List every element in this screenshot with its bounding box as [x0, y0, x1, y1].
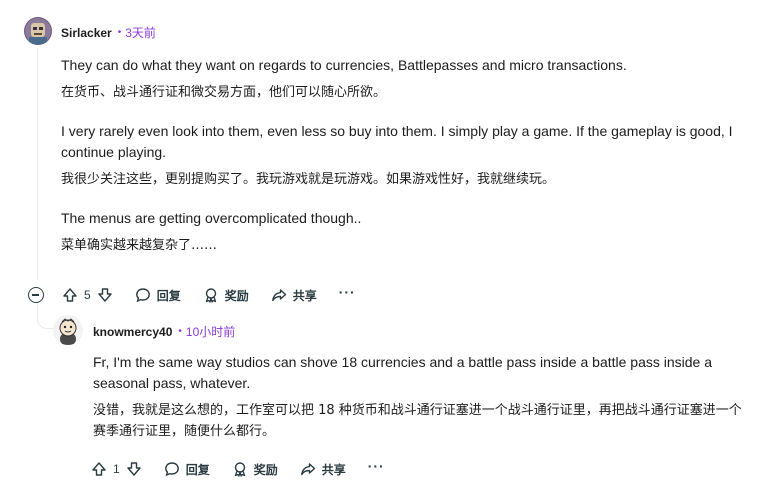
award-button[interactable]: 奖励	[203, 285, 249, 305]
reply-label: 回复	[185, 462, 210, 477]
award-label: 奖励	[224, 288, 249, 303]
downvote-icon	[97, 288, 112, 302]
timestamp[interactable]: 3天前	[125, 24, 156, 41]
chat-bubble-icon	[135, 288, 150, 303]
paragraph: Fr, I'm the same way studios can shove 1…	[93, 354, 713, 391]
comment-meta: knowmercy40 • 10小时前	[93, 323, 235, 340]
thread-connector	[37, 303, 53, 329]
vote-count: 5	[84, 288, 91, 302]
avatar[interactable]	[24, 17, 52, 45]
chat-bubble-icon	[164, 462, 179, 477]
award-icon	[205, 288, 216, 303]
share-icon	[271, 289, 286, 302]
reply-button[interactable]: 回复	[164, 459, 210, 479]
paragraph: 在货币、战斗通行证和微交易方面，他们可以随心所欲。	[61, 85, 387, 100]
vote-count: 1	[113, 462, 120, 476]
share-button[interactable]: 共享	[300, 459, 346, 479]
upvote-icon	[92, 462, 106, 476]
paragraph: I very rarely even look into them, even …	[61, 123, 733, 160]
comment-actions: 1 回复 奖励 共享 ···	[91, 456, 385, 479]
award-button[interactable]: 奖励	[232, 459, 278, 479]
collapse-thread-button[interactable]	[28, 287, 44, 303]
paragraph: They can do what they want on regards to…	[61, 57, 627, 73]
paragraph: The menus are getting overcomplicated th…	[61, 210, 362, 226]
more-options-button[interactable]: ···	[339, 282, 356, 302]
paragraph: 没错，我就是这么想的，工作室可以把 18 种货币和战斗通行证塞进一个战斗通行证里…	[93, 403, 742, 439]
upvote-icon	[63, 288, 77, 302]
downvote-button[interactable]	[97, 285, 113, 305]
downvote-button[interactable]	[126, 459, 142, 479]
comment-body: Fr, I'm the same way studios can shove 1…	[93, 352, 743, 448]
upvote-button[interactable]	[91, 459, 107, 479]
thread-line	[37, 48, 38, 280]
paragraph: 菜单确实越来越复杂了……	[61, 238, 218, 253]
award-label: 奖励	[253, 462, 278, 477]
separator-dot: •	[117, 27, 122, 38]
share-label: 共享	[321, 462, 346, 477]
upvote-button[interactable]	[62, 285, 78, 305]
paragraph: 我很少关注这些，更别提购买了。我玩游戏就是玩游戏。如果游戏性好，我就继续玩。	[61, 172, 556, 187]
reply-button[interactable]: 回复	[135, 285, 181, 305]
comment-body: They can do what they want on regards to…	[61, 55, 741, 262]
downvote-icon	[126, 462, 141, 476]
author-name[interactable]: Sirlacker	[61, 26, 112, 40]
comment-meta: Sirlacker • 3天前	[61, 24, 156, 41]
avatar[interactable]	[53, 315, 83, 345]
reply-label: 回复	[156, 288, 181, 303]
share-icon	[300, 463, 315, 476]
more-options-button[interactable]: ···	[368, 456, 385, 476]
author-name[interactable]: knowmercy40	[93, 325, 172, 339]
share-button[interactable]: 共享	[271, 285, 317, 305]
award-icon	[234, 462, 245, 477]
timestamp[interactable]: 10小时前	[186, 323, 235, 340]
comment-actions: 5 回复 奖励 共享 ···	[28, 282, 356, 305]
share-label: 共享	[292, 288, 317, 303]
separator-dot: •	[178, 326, 182, 337]
